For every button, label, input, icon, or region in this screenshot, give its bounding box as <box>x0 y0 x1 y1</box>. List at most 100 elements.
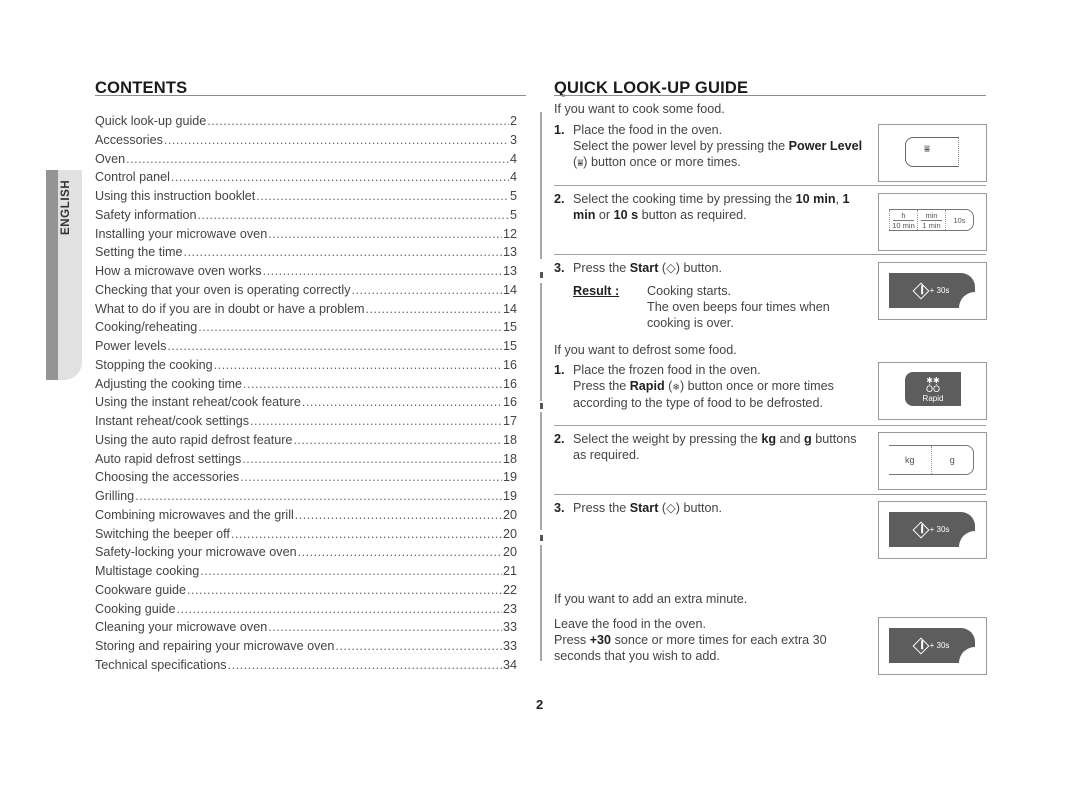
column-divider <box>540 283 542 401</box>
toc-leader-dots <box>228 658 502 672</box>
toc-entry[interactable]: Adjusting the cooking time 16 <box>95 377 517 396</box>
toc-entry[interactable]: How a microwave oven works 13 <box>95 264 517 283</box>
toc-entry[interactable]: Using the instant reheat/cook feature 16 <box>95 395 517 414</box>
toc-entry[interactable]: Using this instruction booklet 5 <box>95 189 517 208</box>
toc-entry-page: 3 <box>509 132 517 147</box>
toc-leader-dots <box>366 302 502 316</box>
toc-entry-title: Quick look-up guide <box>95 114 207 128</box>
step-divider <box>554 254 986 255</box>
toc-leader-dots <box>298 545 502 559</box>
toc-entry-page: 20 <box>502 545 517 560</box>
toc-leader-dots <box>135 489 502 503</box>
toc-entry[interactable]: Auto rapid defrost settings 18 <box>95 452 517 471</box>
toc-entry-title: Using this instruction booklet <box>95 189 256 203</box>
toc-entry-title: Accessories <box>95 132 163 147</box>
start-button[interactable]: + 30s <box>889 628 975 663</box>
button-label: + 30s <box>929 525 950 534</box>
toc-entry-title: Using the auto rapid defrost feature <box>95 432 293 447</box>
toc-entry-title: Multistage cooking <box>95 564 200 578</box>
toc-entry-page: 18 <box>502 432 517 447</box>
power-level-button[interactable]: ⩸ <box>905 137 959 167</box>
kg-button[interactable]: kg <box>889 446 931 474</box>
toc-entry-page: 19 <box>502 489 517 503</box>
step-number: 3. <box>554 261 565 275</box>
toc-entry[interactable]: Stopping the cooking 16 <box>95 358 517 377</box>
toc-entry-page: 2 <box>509 114 517 128</box>
toc-entry[interactable]: Combining microwaves and the grill 20 <box>95 508 517 527</box>
start-button[interactable]: + 30s <box>889 512 975 547</box>
toc-entry[interactable]: Technical specifications 34 <box>95 658 517 677</box>
toc-entry[interactable]: Checking that your oven is operating cor… <box>95 283 517 302</box>
toc-leader-dots <box>164 133 509 147</box>
step-text: Leave the food in the oven. <box>554 617 706 631</box>
rapid-icon: ❄ <box>672 382 680 392</box>
toc-entry[interactable]: Instant reheat/cook settings 17 <box>95 414 517 433</box>
toc-entry[interactable]: Cooking/reheating 15 <box>95 320 517 339</box>
toc-entry[interactable]: Storing and repairing your microwave ove… <box>95 639 517 658</box>
toc-entry[interactable]: Choosing the accessories 19 <box>95 470 517 489</box>
g-button[interactable]: g <box>930 446 974 474</box>
step-text: Select the weight by pressing the <box>573 432 762 446</box>
step-text: Select the power level by pressing the <box>573 139 789 153</box>
toc-entry[interactable]: Setting the time 13 <box>95 245 517 264</box>
ten-sec-button[interactable]: 10s <box>945 210 973 230</box>
step-text: button as required. <box>638 208 747 222</box>
cook-step-3: 3. Press the Start (◇) button. Result : Co… <box>554 260 874 331</box>
ten-min-button[interactable]: h 10 min <box>889 210 917 230</box>
toc-leader-dots <box>263 264 502 278</box>
toc-entry-title: Adjusting the cooking time <box>95 376 243 391</box>
one-min-button[interactable]: min 1 min <box>917 210 945 230</box>
toc-leader-dots <box>295 508 502 522</box>
toc-entry[interactable]: Power levels 15 <box>95 339 517 358</box>
toc-entry-title: Cookware guide <box>95 582 187 597</box>
toc-entry[interactable]: Cleaning your microwave oven 33 <box>95 620 517 639</box>
rapid-button[interactable]: ✱✱ ÓÓ Rapid <box>905 372 961 406</box>
toc-entry[interactable]: Oven 4 <box>95 152 517 171</box>
term: 1 <box>842 192 850 206</box>
rapid-panel: ✱✱ ÓÓ Rapid <box>878 362 987 420</box>
term: 10 min <box>795 192 836 206</box>
toc-entry[interactable]: Accessories 3 <box>95 133 517 152</box>
toc-leader-dots <box>198 208 509 222</box>
toc-entry[interactable]: Switching the beeper off 20 <box>95 527 517 546</box>
step-text: buttons <box>811 432 857 446</box>
toc-entry-title: Stopping the cooking <box>95 357 213 372</box>
toc-entry-page: 15 <box>502 320 517 335</box>
toc-entry[interactable]: Multistage cooking 21 <box>95 564 517 583</box>
cook-intro: If you want to cook some food. <box>554 102 725 116</box>
toc-entry[interactable]: Safety information 5 <box>95 208 517 227</box>
toc-entry-page: 16 <box>502 357 517 372</box>
column-divider <box>540 412 542 530</box>
table-of-contents: Quick look-up guide 2 Accessories 3 Oven4Con… <box>95 114 517 677</box>
toc-entry-page: 16 <box>502 395 517 410</box>
toc-entry[interactable]: Cooking guide 23 <box>95 602 517 621</box>
step-divider <box>554 425 986 426</box>
column-divider <box>540 545 542 661</box>
term: 10 s <box>613 208 639 222</box>
result-text: The oven beeps four times when <box>647 300 830 314</box>
toc-entry-title: Power levels <box>95 339 167 353</box>
contents-rule <box>95 95 526 96</box>
step-number: 2. <box>554 192 565 206</box>
step-text: ) button. <box>675 261 723 275</box>
toc-entry[interactable]: Using the auto rapid defrost feature 18 <box>95 433 517 452</box>
time-buttons: h 10 min min 1 min 10s <box>889 209 974 231</box>
start-icon <box>912 282 930 299</box>
toc-leader-dots <box>171 170 509 184</box>
toc-entry[interactable]: Cookware guide 22 <box>95 583 517 602</box>
toc-leader-dots <box>335 639 502 653</box>
toc-entry[interactable]: Grilling 19 <box>95 489 517 508</box>
defrost-intro: If you want to defrost some food. <box>554 343 737 357</box>
start-icon: ◇ <box>666 261 676 275</box>
step-text: or <box>595 208 614 222</box>
guide-rule <box>554 95 986 96</box>
toc-entry[interactable]: Installing your microwave oven 12 <box>95 227 517 246</box>
step-text: according to the type of food to be defr… <box>573 396 823 410</box>
start-button[interactable]: + 30s <box>889 273 975 308</box>
step-divider <box>554 494 986 495</box>
toc-entry[interactable]: What to do if you are in doubt or have a… <box>95 302 517 321</box>
toc-entry[interactable]: Quick look-up guide 2 <box>95 114 517 133</box>
toc-entry[interactable]: Control panel 4 <box>95 170 517 189</box>
toc-entry[interactable]: Safety-locking your microwave oven 20 <box>95 545 517 564</box>
toc-entry-page: 13 <box>502 264 517 278</box>
